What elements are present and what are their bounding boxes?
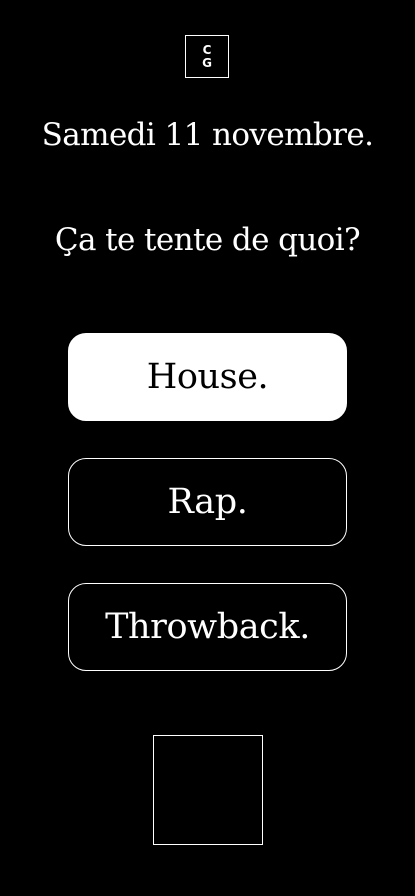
choice-house-button[interactable]: House. <box>68 333 347 421</box>
empty-square-button[interactable] <box>153 735 263 845</box>
choice-label: Throwback. <box>105 607 310 647</box>
logo-letter-bottom: G <box>202 55 212 70</box>
choice-throwback-button[interactable]: Throwback. <box>68 583 347 671</box>
choice-rap-button[interactable]: Rap. <box>68 458 347 546</box>
logo: C G <box>185 35 229 78</box>
choice-label: House. <box>146 357 269 397</box>
event-date: Samedi 11 novembre. <box>41 117 374 153</box>
question-heading: Ça te tente de quoi? <box>54 222 361 258</box>
choice-label: Rap. <box>167 482 248 522</box>
logo-letter-top: C <box>202 42 212 57</box>
